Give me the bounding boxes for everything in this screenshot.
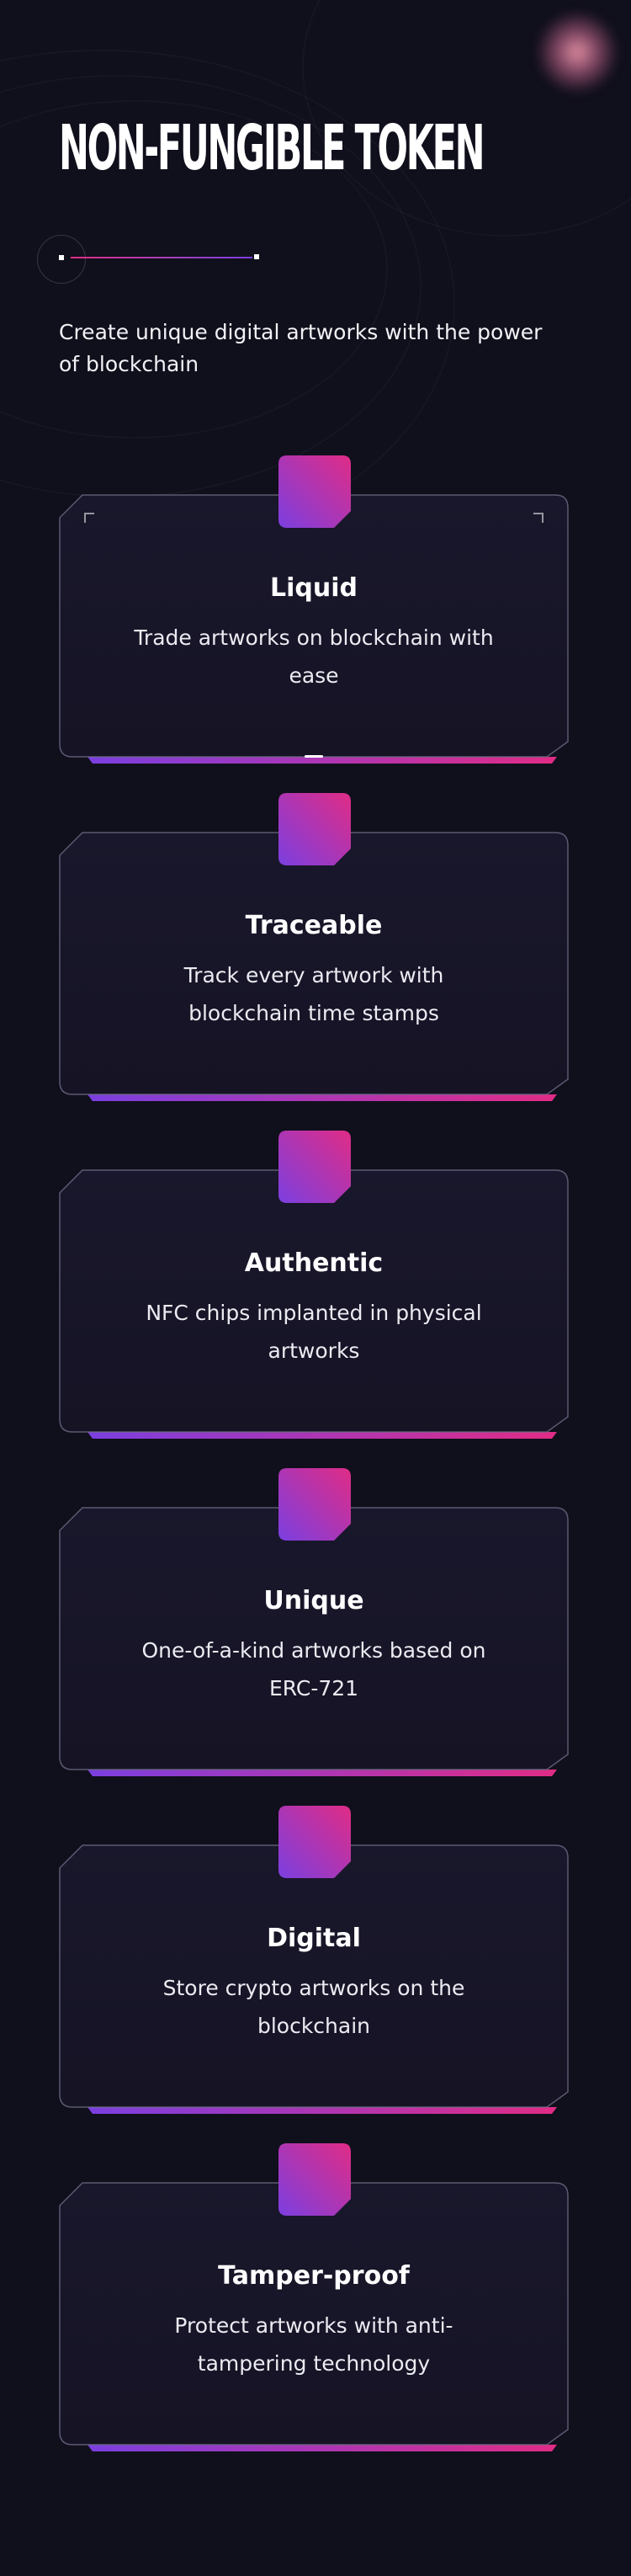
background-glow xyxy=(535,10,619,94)
feature-description: Protect artworks with anti-tampering tec… xyxy=(174,2313,453,2376)
feature-card: Traceable Track every artwork with blockc… xyxy=(59,793,569,1101)
feature-card: Authentic NFC chips implanted in physical… xyxy=(59,1131,569,1439)
feature-icon xyxy=(278,2143,351,2216)
page-subtitle: Create unique digital artworks with the … xyxy=(59,320,543,376)
scroll-indicator xyxy=(305,755,323,758)
feature-icon xyxy=(278,1468,351,1541)
divider-dot xyxy=(59,255,64,260)
feature-card: Tamper-proof Protect artworks with anti-t… xyxy=(59,2143,569,2451)
page-title: NON-FUNGIBLE TOKEN xyxy=(59,112,485,184)
feature-icon xyxy=(278,455,351,528)
feature-icon xyxy=(278,1131,351,1203)
background-curves xyxy=(0,0,631,505)
feature-description: Trade artworks on blockchain with ease xyxy=(134,625,494,688)
feature-description: NFC chips implanted in physical artworks xyxy=(146,1301,482,1363)
feature-title: Digital xyxy=(267,1924,361,1953)
feature-card: Unique One-of-a-kind artworks based on ER… xyxy=(59,1468,569,1776)
feature-title: Liquid xyxy=(270,573,358,603)
feature-description: Store crypto artworks on the blockchain xyxy=(162,1976,465,2038)
feature-title: Tamper-proof xyxy=(218,2261,410,2291)
feature-icon xyxy=(278,1806,351,1878)
feature-description: One-of-a-kind artworks based on ERC-721 xyxy=(141,1638,486,1700)
feature-title: Traceable xyxy=(245,911,383,940)
corner-bracket xyxy=(533,513,544,523)
feature-title: Unique xyxy=(263,1586,364,1615)
divider-line xyxy=(71,257,252,258)
feature-title: Authentic xyxy=(244,1248,384,1278)
feature-icon xyxy=(278,793,351,865)
feature-card: Digital Store crypto artworks on the bloc… xyxy=(59,1806,569,2114)
corner-bracket xyxy=(84,513,94,523)
feature-description: Track every artwork with blockchain time… xyxy=(183,963,444,1025)
feature-card: Liquid Trade artworks on blockchain with … xyxy=(59,455,569,764)
divider-dot xyxy=(254,254,259,259)
